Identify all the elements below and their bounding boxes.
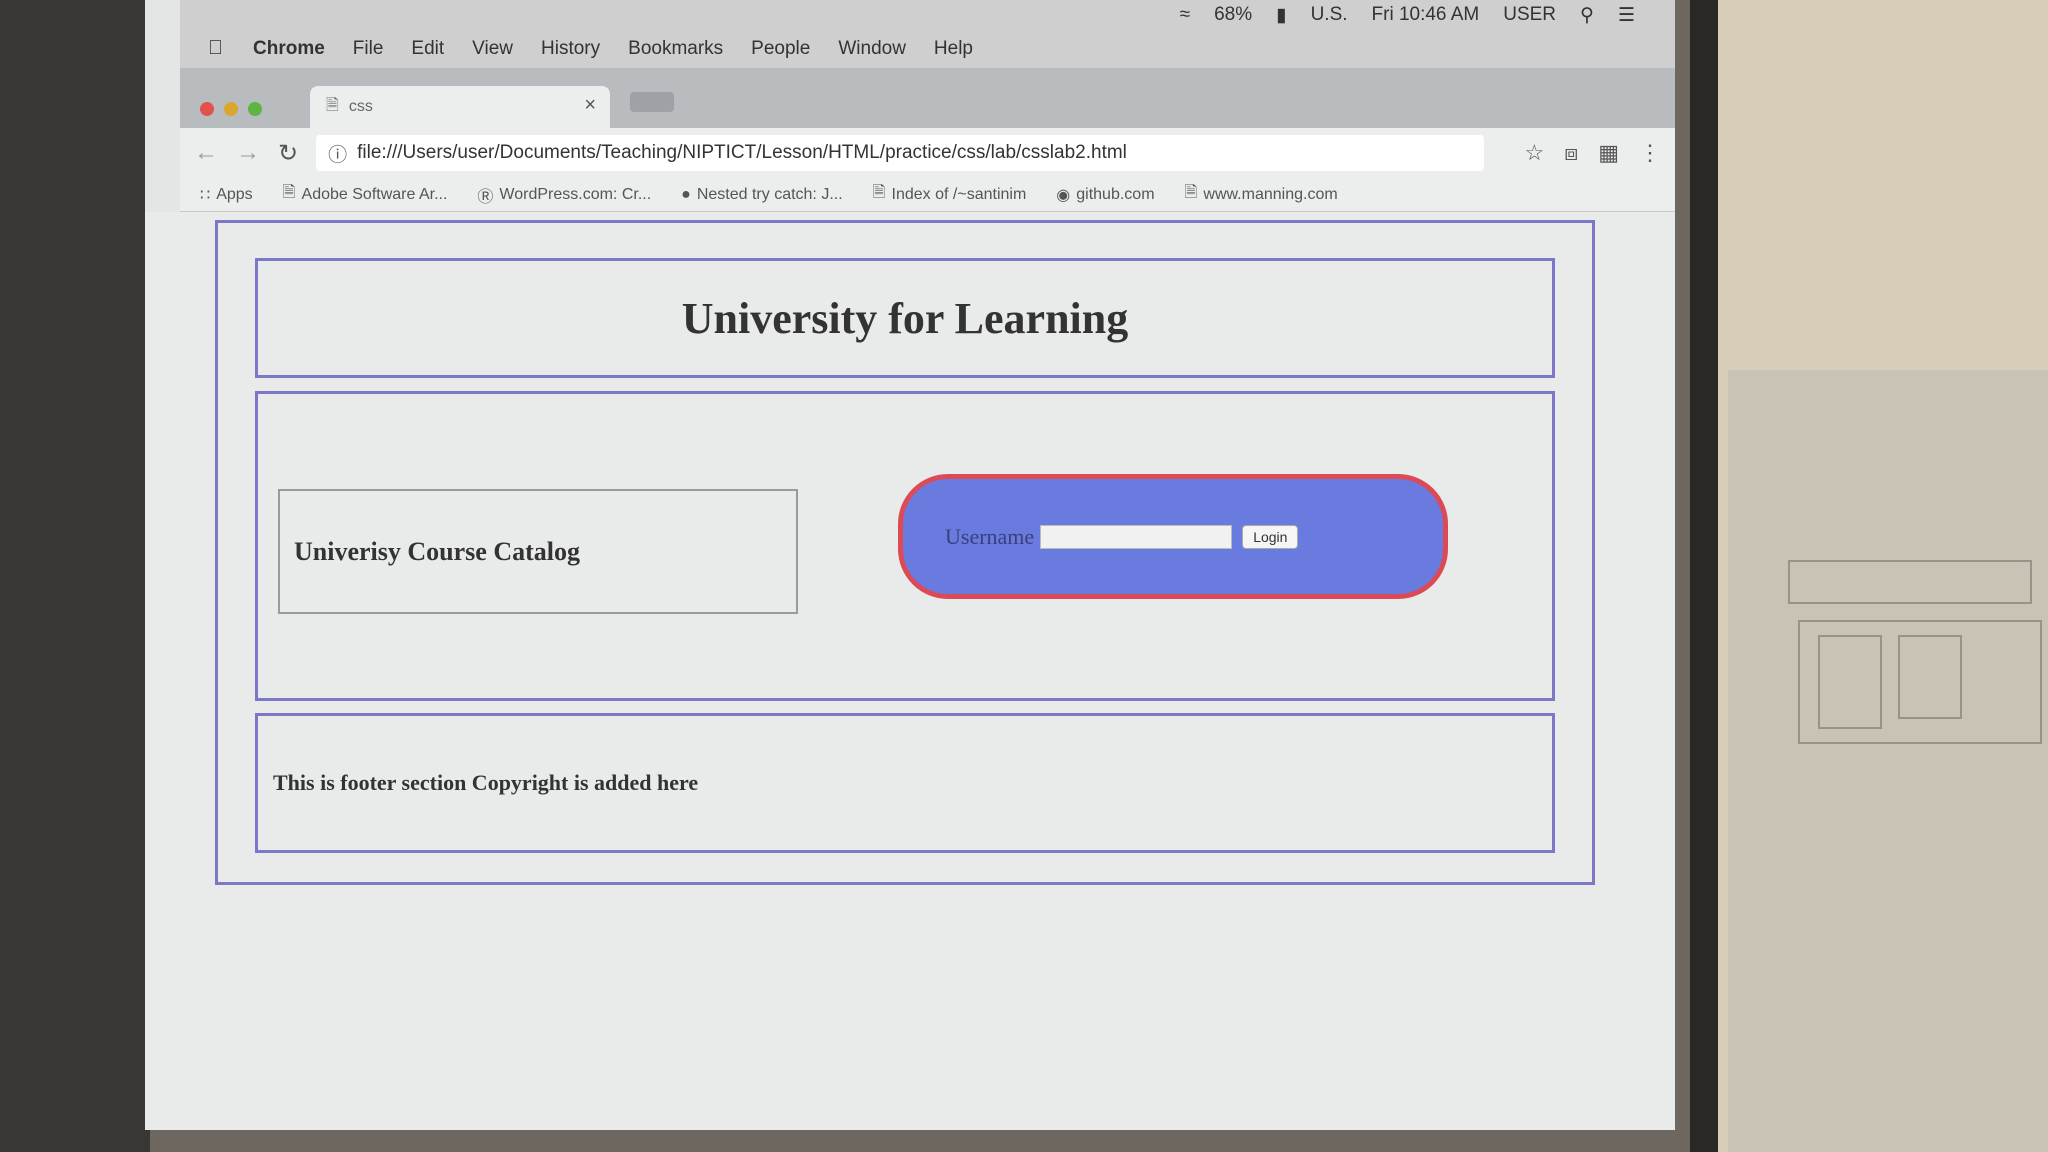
battery-percent: 68% (1214, 4, 1253, 25)
menu-people[interactable]: People (751, 38, 810, 60)
header-section: University for Learning (255, 258, 1555, 378)
menu-edit[interactable]: Edit (411, 38, 444, 60)
page-icon: 🗎 (282, 184, 296, 201)
window-controls (200, 102, 262, 116)
page-icon: 🗎 (326, 96, 339, 114)
whiteboard (1728, 370, 2048, 1152)
bookmark-label: WordPress.com: Cr... (499, 185, 652, 203)
page-wrapper: University for Learning Univerisy Course… (215, 220, 1595, 885)
extension-icon[interactable]: ▦ (1598, 140, 1619, 166)
menu-app-name[interactable]: Chrome (253, 38, 325, 60)
back-icon[interactable]: ← (194, 139, 218, 167)
notification-center-icon[interactable]: ☰ (1618, 4, 1635, 27)
page-icon: 🗎 (872, 184, 886, 201)
bookmarks-bar: ∷ Apps 🗎 Adobe Software Ar... Ⓡ WordPress.c… (180, 178, 1675, 212)
apple-icon[interactable]:  (208, 37, 223, 60)
menubar-status-area: ≈ 68% ▮ U.S. Fri 10:46 AM USER ⚲ ☰ (1180, 4, 1635, 27)
projected-screen:  Chrome File Edit View History Bookmark… (145, 0, 1675, 1130)
input-source[interactable]: U.S. (1311, 4, 1348, 27)
menu-file[interactable]: File (353, 38, 384, 60)
site-icon: ● (681, 185, 691, 203)
wordpress-icon: Ⓡ (477, 188, 494, 206)
username-input[interactable] (1040, 524, 1233, 549)
minimize-window-button[interactable] (224, 102, 238, 116)
bookmark-label: Nested try catch: J... (696, 185, 843, 203)
bookmark-label: Index of /~santinim (891, 185, 1027, 203)
page-icon: 🗎 (1184, 184, 1198, 201)
bookmark-manning[interactable]: 🗎 www.manning.com (1185, 181, 1338, 208)
bookmark-label: Apps (216, 185, 253, 203)
bookmark-apps[interactable]: ∷ Apps (200, 185, 253, 205)
apps-grid-icon: ∷ (200, 186, 211, 204)
bookmark-label: github.com (1076, 185, 1155, 203)
battery-icon[interactable]: ▮ (1276, 4, 1286, 27)
menu-bookmarks[interactable]: Bookmarks (628, 38, 723, 60)
menu-history[interactable]: History (541, 38, 600, 60)
login-button[interactable]: Login (1242, 524, 1299, 549)
zoom-window-button[interactable] (248, 102, 262, 116)
main-section: Univerisy Course Catalog Username Login (255, 391, 1555, 701)
close-window-button[interactable] (200, 102, 214, 116)
whiteboard-sketch (1818, 635, 1882, 729)
tab-title: css (348, 98, 373, 115)
username-label: Username (945, 523, 1035, 549)
tab-css[interactable]: 🗎 css × (310, 86, 610, 128)
bookmark-label: Adobe Software Ar... (301, 185, 448, 203)
chrome-menu-icon[interactable]: ⋮ (1639, 140, 1661, 166)
menu-view[interactable]: View (472, 38, 513, 60)
bookmark-label: www.manning.com (1203, 185, 1338, 203)
tab-strip: 🗎 css × (180, 68, 1675, 128)
clock[interactable]: Fri 10:46 AM (1372, 4, 1480, 27)
wifi-icon[interactable]: ≈ (1180, 4, 1190, 27)
whiteboard-sketch (1788, 560, 2032, 604)
browser-toolbar: ← → ↻ ⓘ file:///Users/user/Documents/Tea… (180, 128, 1675, 178)
github-icon: ◉ (1056, 186, 1071, 204)
menu-window[interactable]: Window (838, 38, 906, 60)
course-catalog-box: Univerisy Course Catalog (278, 489, 798, 614)
bookmark-adobe[interactable]: 🗎 Adobe Software Ar... (283, 181, 448, 208)
footer-section: This is footer section Copyright is adde… (255, 713, 1555, 853)
info-icon[interactable]: ⓘ (328, 140, 347, 167)
reload-icon[interactable]: ↻ (278, 139, 298, 168)
spotlight-search-icon[interactable]: ⚲ (1580, 4, 1594, 27)
user-name[interactable]: USER (1503, 4, 1556, 27)
address-bar[interactable]: ⓘ file:///Users/user/Documents/Teaching/… (316, 135, 1485, 171)
bookmark-nested-try-catch[interactable]: ● Nested try catch: J... (681, 186, 843, 204)
mac-menubar:  Chrome File Edit View History Bookmark… (180, 0, 1675, 68)
bookmark-github[interactable]: ◉ github.com (1056, 185, 1154, 205)
whiteboard-sketch (1898, 635, 1962, 719)
bookmark-wordpress[interactable]: Ⓡ WordPress.com: Cr... (477, 183, 651, 207)
page-viewport: University for Learning Univerisy Course… (145, 212, 1675, 1130)
close-tab-icon[interactable]: × (584, 94, 596, 117)
extension-cube-icon[interactable]: ⧈ (1564, 140, 1578, 166)
login-form: Username Login (898, 474, 1448, 599)
forward-icon[interactable]: → (236, 139, 260, 167)
new-tab-button[interactable] (630, 92, 674, 112)
page-title: University for Learning (681, 293, 1129, 343)
bookmark-index-santinim[interactable]: 🗎 Index of /~santinim (873, 181, 1027, 208)
address-url: file:///Users/user/Documents/Teaching/NI… (357, 142, 1127, 163)
menu-help[interactable]: Help (934, 38, 973, 60)
room-wall-left (0, 0, 150, 1152)
bookmark-star-icon[interactable]: ☆ (1524, 140, 1544, 166)
